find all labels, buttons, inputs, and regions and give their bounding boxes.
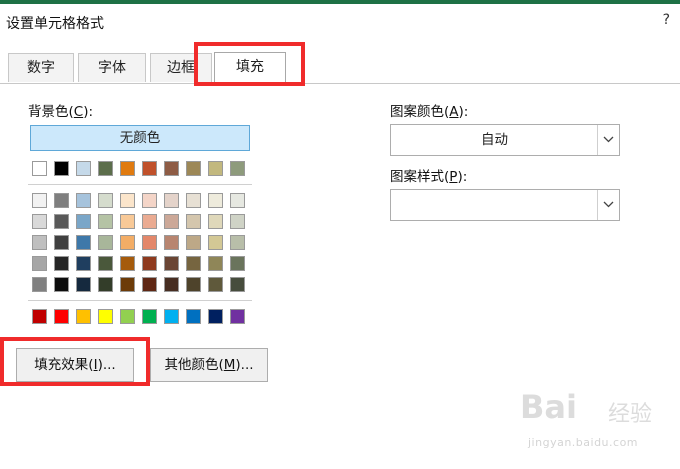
tint-color-swatch-r5-1[interactable] [32,277,47,292]
pattern-style-value [391,190,598,220]
tint-color-swatch-r1-7[interactable] [164,193,179,208]
tint-color-swatch-r4-5[interactable] [120,256,135,271]
tint-color-swatch-r5-9[interactable] [208,277,223,292]
tint-color-swatch-r4-6[interactable] [142,256,157,271]
background-color-label: 背景色(C): [28,104,94,120]
tint-color-swatch-r5-10[interactable] [230,277,245,292]
watermark-logo: Bai [520,388,577,426]
theme-color-swatch-1[interactable] [32,161,47,176]
tint-color-swatch-r5-7[interactable] [164,277,179,292]
palette-separator [28,300,252,301]
tint-color-swatch-r2-3[interactable] [76,214,91,229]
tint-color-swatch-r2-8[interactable] [186,214,201,229]
theme-color-swatch-3[interactable] [76,161,91,176]
tint-color-swatch-r1-6[interactable] [142,193,157,208]
theme-color-swatch-6[interactable] [142,161,157,176]
tint-color-swatch-r3-8[interactable] [186,235,201,250]
tint-color-swatch-r2-9[interactable] [208,214,223,229]
theme-color-swatch-2[interactable] [54,161,69,176]
tab-number[interactable]: 数字 [8,53,74,82]
standard-color-swatch-2[interactable] [54,309,69,324]
tint-color-swatch-r1-1[interactable] [32,193,47,208]
theme-color-swatch-10[interactable] [230,161,245,176]
tint-color-swatch-r2-4[interactable] [98,214,113,229]
pattern-color-label: 图案颜色(A): [390,104,469,120]
standard-color-swatch-6[interactable] [142,309,157,324]
tab-border[interactable]: 边框 [150,53,212,82]
tint-color-swatch-r5-8[interactable] [186,277,201,292]
tint-color-swatch-r2-10[interactable] [230,214,245,229]
theme-color-swatch-7[interactable] [164,161,179,176]
dialog-titlebar: 设置单元格格式 ? [0,4,680,36]
tint-color-swatch-r3-5[interactable] [120,235,135,250]
watermark-url: jingyan.baidu.com [528,436,639,449]
tint-color-swatch-r4-1[interactable] [32,256,47,271]
tint-color-swatch-r3-1[interactable] [32,235,47,250]
standard-color-swatch-5[interactable] [120,309,135,324]
tint-color-swatch-r3-10[interactable] [230,235,245,250]
standard-color-swatch-9[interactable] [208,309,223,324]
fill-effects-button[interactable]: 填充效果(I)... [16,348,134,382]
tint-color-swatch-r1-2[interactable] [54,193,69,208]
pattern-color-value: 自动 [481,132,508,148]
baidu-jingyan-watermark: Bai 经验 jingyan.baidu.com [520,388,670,458]
help-button[interactable]: ? [663,12,670,28]
standard-color-swatch-1[interactable] [32,309,47,324]
tint-color-swatch-r5-3[interactable] [76,277,91,292]
tint-color-swatch-r5-6[interactable] [142,277,157,292]
more-colors-button[interactable]: 其他颜色(M)... [150,348,268,382]
tint-color-swatch-r3-7[interactable] [164,235,179,250]
tint-color-swatch-r4-7[interactable] [164,256,179,271]
pattern-color-select[interactable]: 自动 [390,124,620,156]
tint-color-swatch-r4-3[interactable] [76,256,91,271]
standard-color-swatch-10[interactable] [230,309,245,324]
tint-color-swatch-r3-2[interactable] [54,235,69,250]
tint-color-swatch-r1-3[interactable] [76,193,91,208]
standard-color-swatch-8[interactable] [186,309,201,324]
tint-color-swatch-r1-9[interactable] [208,193,223,208]
tint-color-swatch-r4-2[interactable] [54,256,69,271]
tint-color-swatch-r5-2[interactable] [54,277,69,292]
tint-color-swatch-r3-3[interactable] [76,235,91,250]
tint-color-swatch-r5-5[interactable] [120,277,135,292]
tint-color-swatch-r1-10[interactable] [230,193,245,208]
pattern-style-select[interactable] [390,189,620,221]
tint-color-swatch-r2-7[interactable] [164,214,179,229]
standard-color-swatch-7[interactable] [164,309,179,324]
theme-color-swatch-9[interactable] [208,161,223,176]
tint-color-swatch-r4-9[interactable] [208,256,223,271]
theme-color-swatch-8[interactable] [186,161,201,176]
tint-color-swatch-r1-4[interactable] [98,193,113,208]
tint-color-swatch-r2-2[interactable] [54,214,69,229]
theme-color-swatch-5[interactable] [120,161,135,176]
watermark-cn: 经验 [608,402,653,427]
tint-color-swatch-r3-6[interactable] [142,235,157,250]
tab-font[interactable]: 字体 [78,53,146,82]
tint-color-swatch-r3-4[interactable] [98,235,113,250]
tint-color-swatch-r2-6[interactable] [142,214,157,229]
palette-separator [28,184,252,185]
chevron-down-icon[interactable] [597,125,619,155]
standard-color-swatch-4[interactable] [98,309,113,324]
tint-color-swatch-r2-5[interactable] [120,214,135,229]
tab-fill[interactable]: 填充 [214,52,286,83]
tint-color-swatch-r5-4[interactable] [98,277,113,292]
tint-color-swatch-r1-8[interactable] [186,193,201,208]
pattern-style-label: 图案样式(P): [390,169,468,185]
tint-color-swatch-r2-1[interactable] [32,214,47,229]
theme-color-swatch-4[interactable] [98,161,113,176]
no-color-button[interactable]: 无颜色 [30,125,250,151]
tint-color-swatch-r4-4[interactable] [98,256,113,271]
chevron-down-icon[interactable] [597,190,619,220]
tab-strip: 数字 字体 边框 填充 [0,52,680,83]
tint-color-swatch-r4-8[interactable] [186,256,201,271]
dialog-title: 设置单元格格式 [6,16,104,32]
tint-color-swatch-r3-9[interactable] [208,235,223,250]
tint-color-swatch-r4-10[interactable] [230,256,245,271]
tint-color-swatch-r1-5[interactable] [120,193,135,208]
standard-color-swatch-3[interactable] [76,309,91,324]
